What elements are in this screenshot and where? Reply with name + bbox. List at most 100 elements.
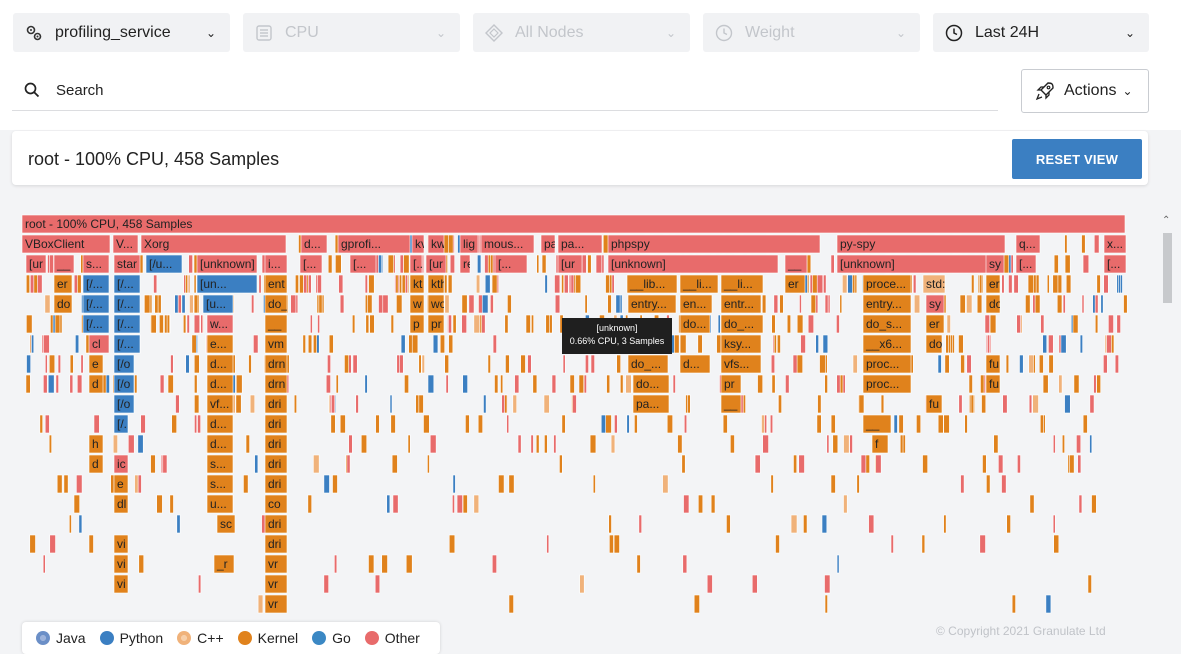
flame-frame[interactable]	[998, 454, 1004, 474]
flame-frame[interactable]	[1078, 494, 1083, 514]
flame-frame[interactable]	[174, 294, 179, 314]
flame-frame[interactable]	[369, 314, 375, 334]
flame-frame[interactable]	[1039, 414, 1044, 434]
flame-frame[interactable]	[683, 414, 688, 434]
flame-frame[interactable]	[824, 594, 828, 614]
flame-frame[interactable]	[893, 414, 898, 434]
scrollbar-thumb[interactable]	[1163, 233, 1172, 303]
flame-frame[interactable]	[830, 414, 836, 434]
flame-frame[interactable]	[858, 394, 865, 414]
flame-frame[interactable]	[1060, 334, 1067, 354]
flame-frame[interactable]	[626, 414, 630, 434]
flame-frame[interactable]	[492, 334, 497, 354]
flame-frame[interactable]	[1038, 354, 1044, 374]
flame-frame[interactable]	[971, 274, 975, 294]
flame-frame[interactable]	[771, 374, 776, 394]
flame-frame[interactable]	[185, 274, 189, 294]
flame-frame[interactable]	[757, 374, 764, 394]
flame-frame[interactable]	[48, 434, 52, 454]
flame-frame[interactable]	[1093, 374, 1097, 394]
flame-frame[interactable]	[943, 414, 950, 434]
flame-frame[interactable]	[716, 334, 722, 354]
flame-frame[interactable]	[448, 314, 452, 334]
flame-frame[interactable]	[475, 274, 481, 294]
flame-frame[interactable]	[605, 414, 612, 434]
flame-frame[interactable]	[39, 414, 44, 434]
flame-frame[interactable]	[37, 274, 43, 294]
flame-frame[interactable]	[682, 554, 688, 574]
flame-frame[interactable]	[355, 394, 359, 414]
flame-frame[interactable]	[585, 354, 589, 374]
flame-frame[interactable]	[817, 394, 822, 414]
flame-frame[interactable]	[352, 354, 358, 374]
flame-frame[interactable]	[374, 574, 381, 594]
flame-frame[interactable]	[890, 534, 894, 554]
flame-frame[interactable]	[764, 414, 768, 434]
flame-frame[interactable]	[481, 314, 486, 334]
flame-frame[interactable]	[544, 274, 548, 294]
flame-frame[interactable]	[381, 554, 388, 574]
flame-frame[interactable]	[138, 554, 145, 574]
flame-frame[interactable]	[922, 454, 928, 474]
flame-frame[interactable]	[382, 294, 389, 314]
flame-frame[interactable]	[69, 374, 74, 394]
flame-frame[interactable]	[334, 554, 338, 574]
flame-frame[interactable]	[1025, 294, 1031, 314]
flamegraph[interactable]: root - 100% CPU, 458 Samples VBoxClient V.…	[0, 190, 1160, 622]
flame-frame[interactable]	[170, 354, 174, 374]
flame-frame[interactable]	[473, 494, 480, 514]
flame-frame[interactable]	[946, 314, 951, 334]
flame-frame[interactable]	[816, 274, 824, 294]
flame-frame[interactable]	[390, 414, 396, 434]
flame-frame[interactable]	[968, 374, 973, 394]
flame-frame[interactable]	[554, 294, 561, 314]
flame-frame[interactable]	[1096, 274, 1101, 294]
flame-frame[interactable]	[328, 334, 334, 354]
flame-frame[interactable]	[535, 434, 540, 454]
flame-frame[interactable]	[335, 254, 342, 274]
flame-frame[interactable]	[1032, 394, 1039, 414]
flame-frame[interactable]	[461, 294, 468, 314]
flame-frame[interactable]	[29, 534, 36, 554]
flame-frame[interactable]	[821, 514, 828, 534]
flame-frame[interactable]	[498, 474, 505, 494]
flame-frame[interactable]	[987, 334, 990, 354]
flame-frame[interactable]	[396, 354, 400, 374]
flame-frame[interactable]	[554, 274, 561, 294]
flame-frame[interactable]	[546, 534, 550, 554]
flame-frame[interactable]	[779, 294, 784, 314]
flame-frame[interactable]	[875, 454, 882, 474]
flame-frame[interactable]	[730, 434, 735, 454]
flame-frame[interactable]	[468, 294, 475, 314]
flame-frame[interactable]	[717, 314, 721, 334]
flame-frame[interactable]	[590, 354, 595, 374]
flame-frame[interactable]	[608, 514, 612, 534]
flame-frame[interactable]	[47, 374, 55, 394]
flame-frame[interactable]	[193, 354, 200, 374]
flame-frame[interactable]	[375, 414, 380, 434]
flame-frame[interactable]	[1103, 274, 1109, 294]
flame-frame[interactable]	[803, 514, 808, 534]
flame-frame[interactable]	[150, 314, 157, 334]
flame-frame[interactable]	[898, 414, 904, 434]
flame-frame[interactable]	[843, 434, 850, 454]
flame-frame[interactable]	[769, 414, 774, 434]
flame-frame[interactable]	[606, 374, 611, 394]
flame-frame[interactable]	[525, 314, 531, 334]
flame-frame[interactable]	[194, 374, 198, 394]
flame-frame[interactable]	[625, 374, 632, 394]
flame-frame[interactable]	[169, 494, 174, 514]
flame-frame[interactable]	[544, 434, 548, 454]
flame-frame[interactable]	[330, 394, 336, 414]
flame-frame[interactable]	[462, 494, 468, 514]
flame-frame[interactable]	[1053, 534, 1060, 554]
flame-frame[interactable]	[76, 374, 83, 394]
flame-frame[interactable]	[754, 454, 761, 474]
flame-frame[interactable]	[561, 274, 565, 294]
flame-frame[interactable]	[856, 474, 860, 494]
flame-frame[interactable]	[964, 414, 968, 434]
flame-frame[interactable]	[31, 334, 35, 354]
flame-frame[interactable]	[1082, 414, 1088, 434]
flame-frame[interactable]	[616, 354, 621, 374]
flame-frame[interactable]	[636, 554, 641, 574]
